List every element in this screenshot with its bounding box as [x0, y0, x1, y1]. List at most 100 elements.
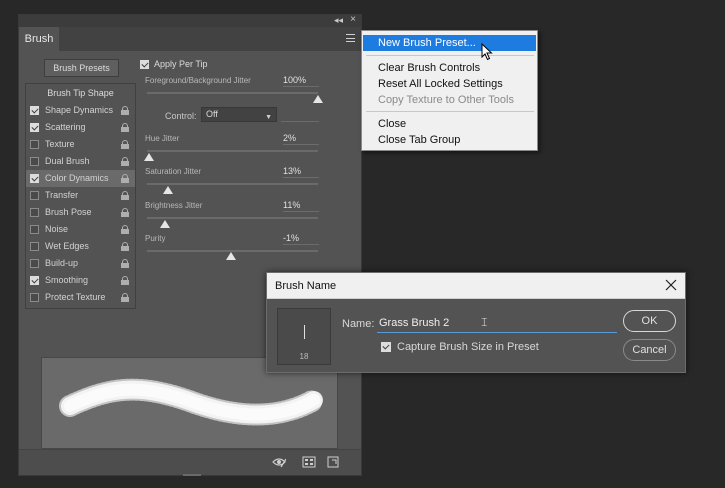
apply-per-tip-checkbox[interactable] [140, 60, 149, 69]
control-label: Control: [165, 111, 197, 121]
lock-icon[interactable] [121, 276, 129, 285]
list-item-build-up[interactable]: Build-up [26, 255, 135, 272]
close-icon[interactable] [665, 279, 677, 291]
menu-item-new-brush-preset[interactable]: New Brush Preset... [363, 35, 536, 51]
saturation-jitter-thumb[interactable] [163, 186, 173, 194]
lock-icon[interactable] [121, 140, 129, 149]
text-cursor-icon: 𝙸 [480, 315, 489, 329]
menu-item-reset-locked-settings[interactable]: Reset All Locked Settings [363, 76, 536, 92]
control-field[interactable] [281, 121, 319, 122]
menu-item-copy-texture: Copy Texture to Other Tools [378, 94, 514, 106]
lock-icon[interactable] [121, 225, 129, 234]
purity-label: Purity [145, 234, 166, 243]
mouse-pointer-icon [481, 43, 493, 61]
resize-grip[interactable] [183, 474, 201, 476]
brush-presets-button[interactable]: Brush Presets [44, 59, 119, 77]
list-item-noise[interactable]: Noise [26, 221, 135, 238]
list-item-dual-brush[interactable]: Dual Brush [26, 153, 135, 170]
dialog-title: Brush Name [275, 280, 337, 292]
close-panel-icon[interactable]: × [350, 14, 356, 25]
saturation-jitter-value[interactable]: 13% [283, 166, 319, 178]
noise-checkbox[interactable] [30, 225, 39, 234]
brightness-jitter-slider[interactable] [147, 217, 318, 219]
list-item-label: Transfer [45, 190, 79, 200]
ok-button[interactable]: OK [623, 310, 676, 332]
brightness-jitter-thumb[interactable] [160, 220, 170, 228]
lock-icon[interactable] [121, 242, 129, 251]
lock-icon[interactable] [121, 191, 129, 200]
lock-icon[interactable] [121, 259, 129, 268]
shape-dynamics-checkbox[interactable] [30, 106, 39, 115]
cancel-button[interactable]: Cancel [623, 339, 676, 361]
capture-size-checkbox[interactable] [381, 342, 391, 352]
brush-tip-mark [304, 325, 305, 339]
brush-panel: ◂◂ × Brush Brush Presets Brush Tip Shape… [18, 14, 362, 476]
hue-jitter-thumb[interactable] [144, 153, 154, 161]
scattering-checkbox[interactable] [30, 123, 39, 132]
lock-icon[interactable] [121, 123, 129, 132]
list-item-label: Texture [45, 139, 75, 149]
list-item-label: Dual Brush [45, 156, 90, 166]
fg-bg-jitter-slider[interactable] [147, 92, 318, 94]
purity-value[interactable]: -1% [283, 233, 319, 245]
transfer-checkbox[interactable] [30, 191, 39, 200]
list-item-smoothing[interactable]: Smoothing [26, 272, 135, 289]
fg-bg-jitter-thumb[interactable] [313, 95, 323, 103]
menu-item-close[interactable]: Close [363, 116, 536, 132]
fg-bg-jitter-label: Foreground/Background Jitter [145, 76, 251, 85]
color-dynamics-checkbox[interactable] [30, 174, 39, 183]
brush-tip-thumbnail: 18 [277, 308, 331, 365]
brightness-jitter-value[interactable]: 11% [283, 200, 319, 212]
saturation-jitter-slider[interactable] [147, 183, 318, 185]
collapse-panel-icon[interactable]: ◂◂ [334, 15, 343, 26]
capture-size-label: Capture Brush Size in Preset [397, 341, 539, 353]
list-item-scattering[interactable]: Scattering [26, 119, 135, 136]
list-item-wet-edges[interactable]: Wet Edges [26, 238, 135, 255]
build-up-checkbox[interactable] [30, 259, 39, 268]
hue-jitter-label: Hue Jitter [145, 134, 180, 143]
list-item-shape-dynamics[interactable]: Shape Dynamics [26, 102, 135, 119]
panel-tabbar: Brush [19, 27, 361, 51]
wet-edges-checkbox[interactable] [30, 242, 39, 251]
brush-name-input[interactable] [377, 313, 617, 333]
list-item-texture[interactable]: Texture [26, 136, 135, 153]
list-item-label: Noise [45, 224, 69, 234]
list-item-label: Color Dynamics [45, 173, 109, 183]
lock-icon[interactable] [121, 157, 129, 166]
menu-item-close-tab-group[interactable]: Close Tab Group [363, 132, 536, 148]
texture-checkbox[interactable] [30, 140, 39, 149]
panel-menu-icon[interactable] [346, 34, 355, 42]
hue-jitter-value[interactable]: 2% [283, 133, 319, 145]
list-item-label: Protect Texture [45, 292, 106, 302]
lock-icon[interactable] [121, 174, 129, 183]
brush-grid-icon[interactable] [302, 456, 316, 468]
smoothing-checkbox[interactable] [30, 276, 39, 285]
list-item-color-dynamics[interactable]: Color Dynamics [26, 170, 135, 187]
chevron-down-icon: ▼ [265, 114, 272, 121]
lock-icon[interactable] [121, 208, 129, 217]
apply-per-tip-label: Apply Per Tip [154, 59, 208, 69]
protect-texture-checkbox[interactable] [30, 293, 39, 302]
tab-brush[interactable]: Brush [19, 27, 59, 51]
menu-item-clear-brush-controls[interactable]: Clear Brush Controls [363, 60, 536, 76]
lock-icon[interactable] [121, 106, 129, 115]
new-brush-preset-icon[interactable] [326, 456, 340, 468]
fg-bg-jitter-value[interactable]: 100% [283, 75, 319, 87]
control-select[interactable]: Off ▼ [201, 107, 277, 122]
list-item-brush-pose[interactable]: Brush Pose [26, 204, 135, 221]
dialog-titlebar: Brush Name [267, 273, 685, 299]
list-item-label: Scattering [45, 122, 86, 132]
menu-separator [366, 55, 534, 56]
brush-tip-shape-item[interactable]: Brush Tip Shape [26, 84, 135, 102]
list-item-protect-texture[interactable]: Protect Texture [26, 289, 135, 306]
list-item-label: Smoothing [45, 275, 89, 285]
dual-brush-checkbox[interactable] [30, 157, 39, 166]
purity-thumb[interactable] [226, 252, 236, 260]
toggle-live-tip-preview-icon[interactable] [272, 456, 286, 468]
lock-icon[interactable] [121, 293, 129, 302]
list-item-transfer[interactable]: Transfer [26, 187, 135, 204]
control-select-value: Off [206, 109, 218, 119]
brush-pose-checkbox[interactable] [30, 208, 39, 217]
brightness-jitter-label: Brightness Jitter [145, 201, 203, 210]
hue-jitter-slider[interactable] [147, 150, 318, 152]
